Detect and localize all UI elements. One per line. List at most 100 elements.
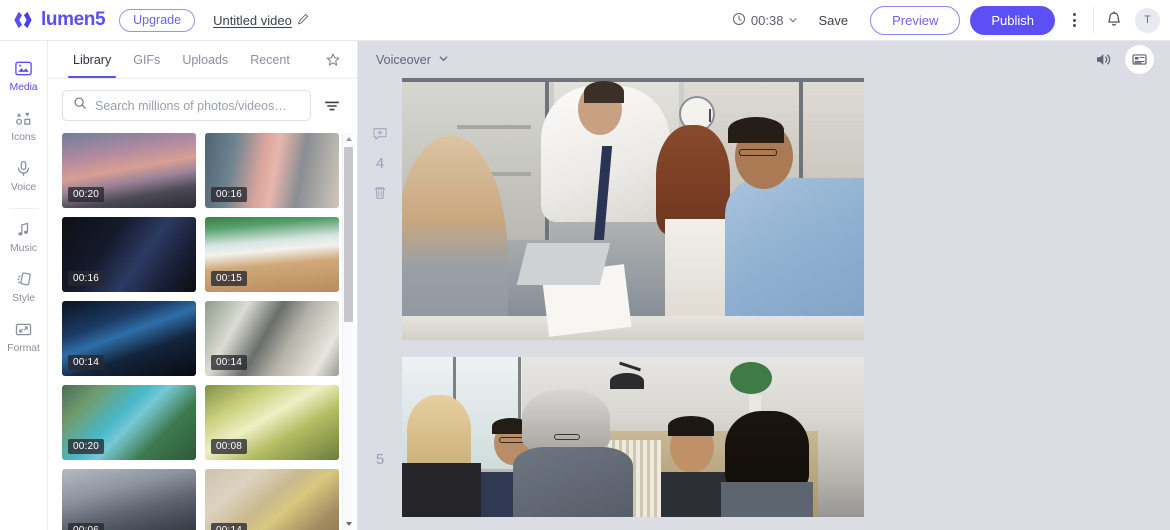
header-divider xyxy=(1093,7,1094,33)
canvas-toolbar-right xyxy=(1094,45,1154,74)
library-thumbnail[interactable]: 00:15 xyxy=(205,217,339,292)
preview-button[interactable]: Preview xyxy=(870,5,961,35)
publish-button[interactable]: Publish xyxy=(970,5,1055,35)
format-frame-icon xyxy=(14,319,33,339)
thumbnail-duration: 00:16 xyxy=(211,187,248,202)
library-thumbnail[interactable]: 00:20 xyxy=(62,385,196,460)
star-icon[interactable] xyxy=(321,48,345,72)
microphone-icon xyxy=(14,158,33,178)
trash-icon[interactable] xyxy=(372,185,388,201)
save-button[interactable]: Save xyxy=(804,7,862,34)
brand-logo[interactable]: lumen5 xyxy=(12,9,106,31)
rail-item-media[interactable]: Media xyxy=(0,51,48,101)
notification-bell-icon[interactable] xyxy=(1104,9,1126,31)
scene-list: 4 5 xyxy=(358,78,1170,517)
library-thumbnail[interactable]: 00:06 xyxy=(62,469,196,530)
duration-selector[interactable]: 00:38 xyxy=(732,12,799,29)
thumbnail-duration: 00:20 xyxy=(68,439,105,454)
rail-label-media: Media xyxy=(9,81,38,93)
thumbnail-duration: 00:06 xyxy=(68,523,105,530)
scene-controls: 4 xyxy=(358,78,402,201)
user-avatar[interactable]: T xyxy=(1135,7,1160,33)
add-comment-icon[interactable] xyxy=(372,126,388,142)
kebab-menu-icon[interactable] xyxy=(1061,7,1087,33)
tab-recent[interactable]: Recent xyxy=(239,42,301,77)
lumen5-video-editor: lumen5 Upgrade Untitled video 00:38 Save… xyxy=(0,0,1170,530)
rail-label-icons: Icons xyxy=(11,131,36,143)
scene-preview[interactable] xyxy=(402,357,864,517)
search-input[interactable] xyxy=(95,98,300,113)
thumbnail-duration: 00:08 xyxy=(211,439,248,454)
media-library-panel: Library GIFs Uploads Recent Search milli… xyxy=(48,41,358,530)
scene-number: 4 xyxy=(375,155,385,172)
tab-library[interactable]: Library xyxy=(62,42,122,78)
library-grid-scroll-area: 00:20 00:16 00:16 00:15 00:14 00:14 00:2… xyxy=(48,131,357,530)
thumbnail-image xyxy=(62,469,196,530)
rail-item-format[interactable]: Format xyxy=(0,312,48,362)
scene-row: 4 xyxy=(358,78,1170,340)
thumbnail-duration: 00:14 xyxy=(211,523,248,530)
scene-number: 5 xyxy=(375,451,385,468)
scene-row: 5 xyxy=(358,357,1170,517)
chevron-down-icon[interactable] xyxy=(788,13,798,28)
rail-item-music[interactable]: Music xyxy=(0,212,48,262)
library-thumbnail-grid: 00:20 00:16 00:16 00:15 00:14 00:14 00:2… xyxy=(48,131,357,530)
voiceover-label: Voiceover xyxy=(376,52,431,67)
filter-icon[interactable] xyxy=(321,95,343,117)
thumbnail-duration: 00:16 xyxy=(68,271,105,286)
shapes-icons-icon xyxy=(14,108,33,128)
pencil-icon[interactable] xyxy=(297,13,309,28)
rail-label-style: Style xyxy=(12,292,35,304)
thumbnail-duration: 00:14 xyxy=(68,355,105,370)
library-thumbnail[interactable]: 00:14 xyxy=(205,301,339,376)
library-scrollbar[interactable] xyxy=(342,133,353,530)
thumbnail-duration: 00:15 xyxy=(211,271,248,286)
storyboard-canvas: Voiceover 4 5 xyxy=(358,41,1170,530)
media-image-icon xyxy=(14,58,33,78)
scrollbar-thumb[interactable] xyxy=(344,147,353,322)
scene-preview-selected[interactable] xyxy=(402,78,864,340)
library-thumbnail[interactable]: 00:14 xyxy=(205,469,339,530)
thumbnail-duration: 00:20 xyxy=(68,187,105,202)
rail-item-voice[interactable]: Voice xyxy=(0,151,48,201)
thumbnail-duration: 00:14 xyxy=(211,355,248,370)
lumen5-logo-icon xyxy=(12,9,34,31)
library-thumbnail[interactable]: 00:20 xyxy=(62,133,196,208)
rail-divider xyxy=(8,208,39,209)
app-body: Media Icons Voice Music Style Format Lib… xyxy=(0,41,1170,530)
style-cards-icon xyxy=(14,269,33,289)
library-thumbnail[interactable]: 00:16 xyxy=(62,217,196,292)
brand-name: lumen5 xyxy=(41,9,106,30)
search-box[interactable] xyxy=(62,90,311,121)
rail-item-icons[interactable]: Icons xyxy=(0,101,48,151)
library-search-row xyxy=(48,79,357,131)
rail-item-style[interactable]: Style xyxy=(0,262,48,312)
duration-value: 00:38 xyxy=(750,12,784,28)
tab-uploads[interactable]: Uploads xyxy=(171,42,239,77)
chevron-down-icon xyxy=(438,53,449,67)
rail-label-format: Format xyxy=(7,342,40,354)
tab-gifs[interactable]: GIFs xyxy=(122,42,171,77)
library-tabs: Library GIFs Uploads Recent xyxy=(48,41,357,79)
upgrade-button[interactable]: Upgrade xyxy=(119,8,196,32)
app-header: lumen5 Upgrade Untitled video 00:38 Save… xyxy=(0,0,1170,41)
scroll-down-arrow-icon[interactable] xyxy=(343,518,354,530)
volume-speaker-icon[interactable] xyxy=(1094,50,1113,69)
kebab-dot xyxy=(1072,24,1076,27)
video-title-field[interactable]: Untitled video xyxy=(213,13,309,28)
thumbnail-image xyxy=(205,469,339,530)
search-icon xyxy=(73,96,87,115)
library-thumbnail[interactable]: 00:14 xyxy=(62,301,196,376)
scroll-up-arrow-icon[interactable] xyxy=(343,133,354,145)
rail-label-voice: Voice xyxy=(10,181,37,193)
scene-image xyxy=(402,78,864,340)
library-thumbnail[interactable]: 00:16 xyxy=(205,133,339,208)
left-tool-rail: Media Icons Voice Music Style Format xyxy=(0,41,48,530)
library-thumbnail[interactable]: 00:08 xyxy=(205,385,339,460)
video-title-text: Untitled video xyxy=(213,12,292,28)
music-note-icon xyxy=(14,219,33,239)
caption-card-icon[interactable] xyxy=(1125,45,1154,74)
voiceover-dropdown[interactable]: Voiceover xyxy=(376,53,449,67)
scene-controls: 5 xyxy=(358,357,402,468)
clock-icon xyxy=(732,12,746,29)
